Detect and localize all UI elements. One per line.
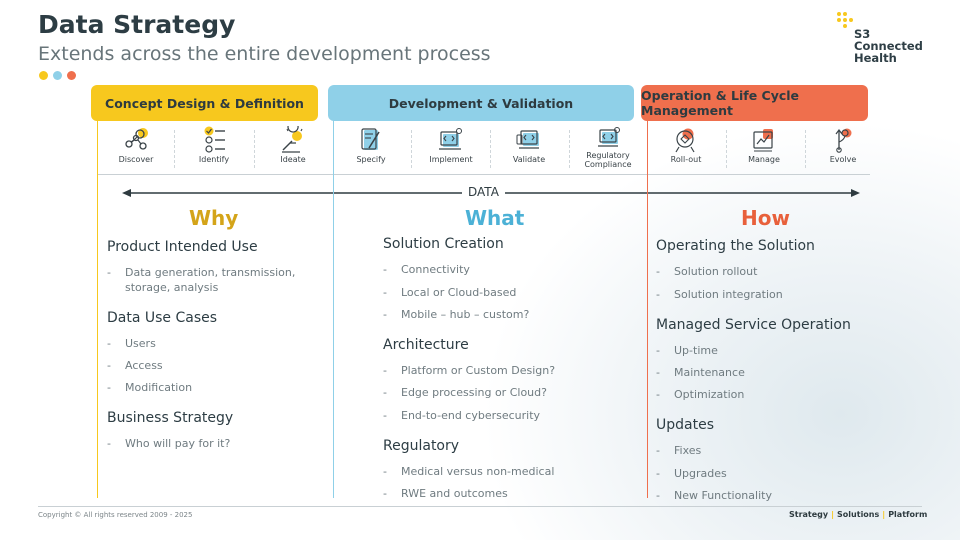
- section-title: Regulatory: [383, 438, 460, 454]
- step-divider: [805, 130, 806, 168]
- steps-baseline: [97, 174, 870, 175]
- step-discover: Discover: [110, 126, 162, 172]
- step-divider: [411, 130, 412, 168]
- data-arrow-label: DATA: [462, 185, 505, 199]
- specify-icon: [361, 128, 380, 150]
- ideate-icon: [282, 126, 303, 153]
- logo-text: S3 Connected Health: [854, 27, 923, 65]
- roll-out-icon: [675, 128, 695, 153]
- section-title: Data Use Cases: [107, 310, 218, 326]
- footer-divider: [38, 506, 922, 507]
- step-validate: Validate: [503, 126, 555, 172]
- step-divider: [254, 130, 255, 168]
- step-ideate: Ideate: [267, 126, 319, 172]
- section-title: Updates: [656, 417, 714, 433]
- step-regulatory-compliance: Regulatory Compliance: [578, 126, 638, 172]
- discover-icon: [125, 128, 148, 150]
- column-divider-orange: [647, 120, 648, 498]
- how-heading: How: [741, 206, 790, 230]
- section-title: Architecture: [383, 337, 469, 353]
- phase-concept-design: Concept Design & Definition: [91, 85, 318, 121]
- orange-dot: [67, 71, 76, 80]
- what-heading: What: [465, 206, 525, 230]
- phase-development-validation: Development & Validation: [328, 85, 634, 121]
- step-manage: Manage: [738, 126, 790, 172]
- page-subtitle: Extends across the entire development pr…: [38, 43, 491, 65]
- step-roll-out: Roll-out: [660, 126, 712, 172]
- step-specify: Specify: [345, 126, 397, 172]
- section-title: Solution Creation: [383, 236, 504, 252]
- footer-tagline: Strategy | Solutions | Platform: [789, 510, 928, 519]
- page-title: Data Strategy: [38, 10, 236, 39]
- why-heading: Why: [189, 206, 239, 230]
- section-title: Operating the Solution: [656, 238, 815, 254]
- step-implement: Implement: [425, 126, 477, 172]
- phase-operation-lifecycle: Operation & Life Cycle Management: [641, 85, 868, 121]
- logo-dots-icon: [837, 12, 853, 28]
- step-divider: [569, 130, 570, 168]
- step-divider: [726, 130, 727, 168]
- section-title: Product Intended Use: [107, 239, 258, 255]
- implement-icon: [439, 128, 462, 150]
- step-identify: Identify: [188, 126, 240, 172]
- section-title: Business Strategy: [107, 410, 234, 426]
- manage-icon: [753, 129, 773, 152]
- section-title: Managed Service Operation: [656, 317, 851, 333]
- column-divider-blue: [333, 120, 334, 498]
- step-divider: [174, 130, 175, 168]
- color-dots: [39, 71, 76, 80]
- blue-dot: [53, 71, 62, 80]
- regulatory-compliance-icon: [598, 127, 620, 147]
- company-logo: S3 Connected Health: [834, 11, 934, 67]
- identify-icon: [204, 126, 225, 153]
- yellow-dot: [39, 71, 48, 80]
- copyright-text: Copyright © All rights reserved 2009 - 2…: [38, 511, 193, 519]
- evolve-icon: [835, 128, 852, 153]
- validate-icon: [516, 130, 539, 149]
- step-evolve: Evolve: [817, 126, 869, 172]
- step-divider: [490, 130, 491, 168]
- column-divider-yellow: [97, 120, 98, 498]
